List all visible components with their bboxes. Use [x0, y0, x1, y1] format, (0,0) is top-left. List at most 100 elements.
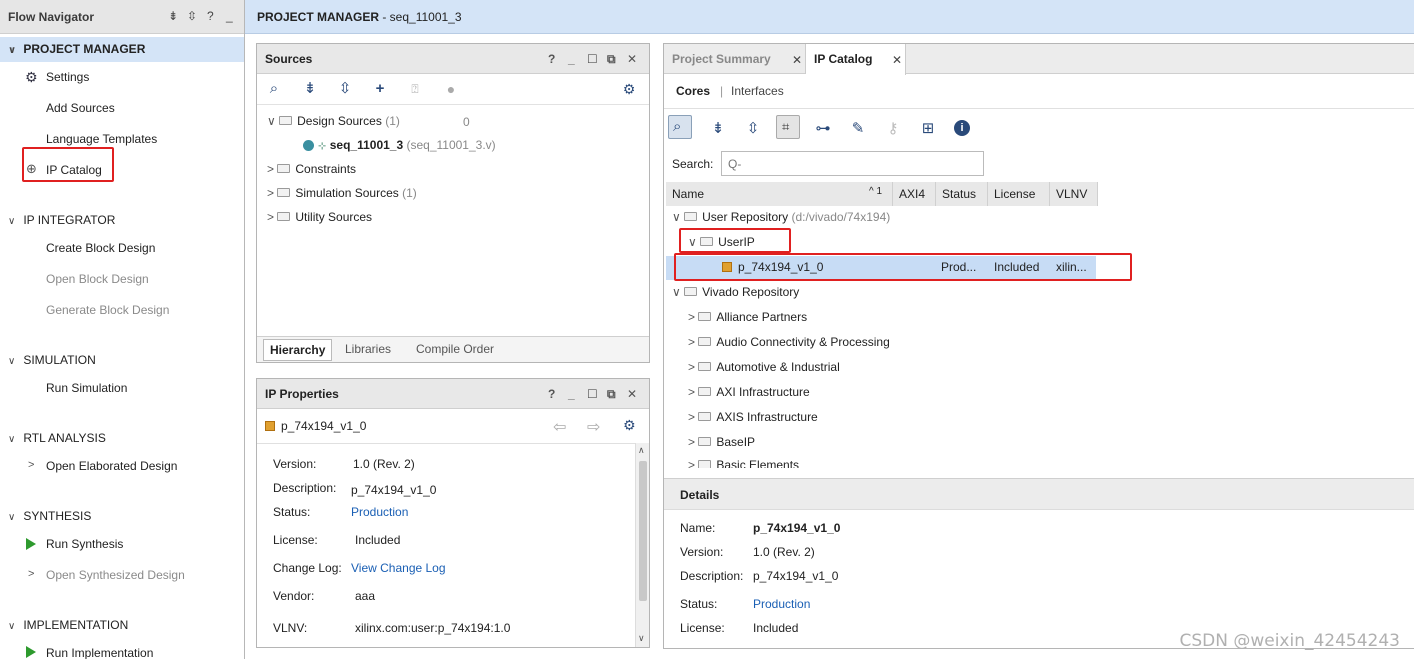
col-header-status[interactable]: Status	[936, 182, 988, 206]
nav-open-elaborated-design[interactable]: Open Elaborated Design	[46, 459, 177, 473]
unknown-icon[interactable]: ⍰	[406, 81, 424, 97]
help-icon[interactable]: ?	[548, 52, 555, 66]
prop-status-value[interactable]: Production	[351, 505, 408, 519]
tree-category[interactable]: > Basic Elements	[688, 458, 799, 468]
section-rtl-analysis[interactable]: ∨ RTL ANALYSIS	[8, 431, 106, 445]
scroll-up-icon[interactable]: ∧	[638, 445, 645, 456]
help-icon[interactable]: ?	[548, 387, 555, 401]
nav-language-templates[interactable]: Language Templates	[46, 132, 157, 146]
section-implementation[interactable]: ∨ IMPLEMENTATION	[8, 618, 128, 632]
info-icon[interactable]: i	[954, 120, 970, 136]
tab-project-summary[interactable]: Project Summary ✕	[664, 44, 806, 74]
nav-run-implementation[interactable]: Run Implementation	[46, 646, 153, 659]
chevron-right-icon[interactable]: >	[28, 568, 34, 580]
details-status-value[interactable]: Production	[753, 597, 810, 611]
col-header-axi4[interactable]: AXI4	[893, 182, 936, 206]
section-simulation[interactable]: ∨ SIMULATION	[8, 353, 96, 367]
subtab-interfaces[interactable]: Interfaces	[731, 84, 784, 98]
close-icon[interactable]: ✕	[792, 53, 802, 67]
back-arrow-icon[interactable]: ⇦	[553, 417, 566, 437]
subtab-cores[interactable]: Cores	[676, 84, 710, 98]
tree-top-module[interactable]: ⊹ seq_11001_3 (seq_11001_3.v)	[303, 138, 496, 152]
prop-vendor-value: aaa	[355, 589, 376, 603]
tree-category[interactable]: > Alliance Partners	[688, 310, 807, 324]
tree-category[interactable]: > Automotive & Industrial	[688, 360, 840, 374]
scroll-down-icon[interactable]: ∨	[638, 633, 645, 644]
close-icon[interactable]: ✕	[627, 387, 637, 401]
expand-all-icon[interactable]: ⇳	[187, 9, 197, 23]
gear-icon[interactable]: ⚙	[623, 417, 636, 434]
nav-open-synthesized-design[interactable]: Open Synthesized Design	[46, 568, 185, 582]
nav-run-synthesis[interactable]: Run Synthesis	[46, 537, 123, 551]
nav-create-block-design[interactable]: Create Block Design	[46, 241, 155, 255]
nav-generate-block-design[interactable]: Generate Block Design	[46, 303, 169, 317]
float-icon[interactable]: ⧉	[607, 387, 616, 402]
gear-icon[interactable]: ⚙	[620, 81, 638, 97]
chevron-right-icon[interactable]: >	[28, 459, 34, 471]
close-icon[interactable]: ✕	[892, 53, 902, 67]
tree-design-sources[interactable]: ∨ Design Sources (1)	[267, 114, 400, 128]
tree-category[interactable]: > AXI Infrastructure	[688, 385, 810, 399]
section-synthesis[interactable]: ∨ SYNTHESIS	[8, 509, 91, 523]
section-project-manager[interactable]: ∨ PROJECT MANAGER	[8, 42, 145, 56]
project-manager-title: PROJECT MANAGER	[257, 10, 380, 24]
search-icon[interactable]: ⌕	[265, 81, 283, 97]
help-icon[interactable]: ?	[207, 9, 214, 23]
minimize-icon[interactable]: _	[226, 9, 233, 23]
maximize-icon[interactable]: ☐	[587, 52, 598, 66]
collapse-all-icon[interactable]: ⇟	[168, 9, 178, 23]
tree-vivado-repository[interactable]: ∨ Vivado Repository	[672, 285, 799, 299]
close-icon[interactable]: ✕	[627, 52, 637, 66]
forward-arrow-icon[interactable]: ⇨	[587, 417, 600, 437]
tree-category[interactable]: > BaseIP	[688, 435, 755, 449]
flow-navigator: Flow Navigator ⇟ ⇳ ? _ ∨ PROJECT MANAGER…	[0, 0, 245, 659]
hierarchy-icon[interactable]: ⊶	[814, 121, 832, 137]
add-icon[interactable]: +	[371, 81, 389, 97]
maximize-icon[interactable]: ☐	[587, 387, 598, 401]
chip-icon[interactable]: ⊞	[919, 121, 937, 137]
folder-icon	[279, 116, 293, 126]
minimize-icon[interactable]: _	[568, 387, 575, 401]
scroll-thumb[interactable]	[639, 461, 647, 601]
ip-properties-title: IP Properties	[265, 387, 339, 401]
collapse-all-icon[interactable]: ⇟	[709, 121, 727, 137]
project-name: - seq_11001_3	[379, 10, 462, 24]
run-synthesis-play-icon	[26, 538, 36, 550]
collapse-all-icon[interactable]: ⇟	[301, 81, 319, 97]
ip-catalog-table: Name ^ 1 AXI4 Status License VLNV ∨ User …	[666, 182, 1132, 468]
nav-open-block-design[interactable]: Open Block Design	[46, 272, 149, 286]
col-header-license[interactable]: License	[988, 182, 1050, 206]
minimize-icon[interactable]: _	[568, 52, 575, 66]
divider	[664, 108, 1414, 109]
folder-icon	[698, 312, 712, 322]
tab-compile-order[interactable]: Compile Order	[416, 342, 494, 356]
nav-run-simulation[interactable]: Run Simulation	[46, 381, 127, 395]
tree-utility-sources[interactable]: > Utility Sources	[267, 210, 372, 224]
prop-desc-value: p_74x194_v1_0	[351, 483, 437, 497]
expand-all-icon[interactable]: ⇳	[744, 121, 762, 137]
key-icon[interactable]: ⚷	[884, 121, 902, 137]
section-ip-integrator[interactable]: ∨ IP INTEGRATOR	[8, 213, 115, 227]
nav-add-sources[interactable]: Add Sources	[46, 101, 115, 115]
view-change-log-link[interactable]: View Change Log	[351, 561, 446, 575]
float-icon[interactable]: ⧉	[607, 52, 616, 67]
tab-ip-catalog[interactable]: IP Catalog ✕	[806, 44, 906, 75]
details-name-value: p_74x194_v1_0	[753, 521, 841, 535]
hide-deprecated-button[interactable]: ⌗	[776, 115, 800, 139]
highlight-box	[674, 253, 1132, 281]
expand-all-icon[interactable]: ⇳	[336, 81, 354, 97]
tree-user-repository[interactable]: ∨ User Repository (d:/vivado/74x194)	[672, 210, 890, 224]
tree-category[interactable]: > AXIS Infrastructure	[688, 410, 818, 424]
tab-hierarchy[interactable]: Hierarchy	[263, 339, 333, 361]
col-header-name[interactable]: Name ^ 1	[666, 182, 893, 206]
nav-settings[interactable]: Settings	[46, 70, 89, 84]
tree-constraints[interactable]: > Constraints	[267, 162, 356, 176]
search-toggle-button[interactable]: ⌕	[668, 115, 692, 139]
search-input[interactable]	[721, 151, 984, 176]
tree-simulation-sources[interactable]: > Simulation Sources (1)	[267, 186, 417, 200]
col-header-vlnv[interactable]: VLNV	[1050, 182, 1098, 206]
tab-libraries[interactable]: Libraries	[345, 342, 391, 356]
tree-category[interactable]: > Audio Connectivity & Processing	[688, 335, 890, 349]
wrench-icon[interactable]: ✎	[849, 121, 867, 137]
ip-properties-scrollbar[interactable]: ∧ ∨	[635, 443, 649, 647]
